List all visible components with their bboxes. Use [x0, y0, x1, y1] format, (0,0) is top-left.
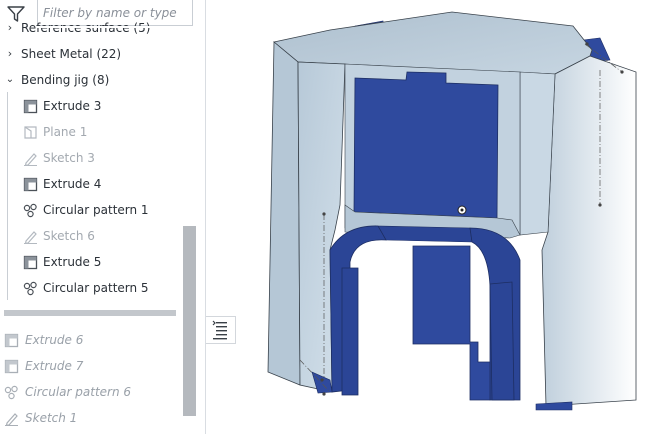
folder-label: Bending jig (8) [21, 73, 110, 87]
extrude-icon [23, 177, 38, 192]
extrude-icon [4, 359, 19, 374]
front-leg-left [341, 267, 359, 396]
feature-label: Sketch 1 [25, 411, 78, 425]
plane-icon [24, 126, 37, 139]
feature-label: Sketch 3 [43, 151, 95, 165]
sketch-icon [5, 413, 18, 426]
tree-guide-line [7, 92, 8, 300]
chevron-down-icon[interactable]: ⌄ [3, 67, 17, 93]
scrollbar[interactable] [183, 226, 196, 416]
part-model[interactable] [236, 0, 654, 434]
sketch-icon [24, 153, 37, 166]
extrude-icon [23, 255, 38, 270]
feature-label: Plane 1 [43, 125, 88, 139]
feature-label: Extrude 5 [43, 255, 102, 269]
folder-label: Reference surface (5) [21, 21, 151, 35]
right-wall [541, 55, 637, 407]
extrude-icon [4, 333, 19, 348]
feature-label: Extrude 6 [25, 333, 84, 347]
list-icon [212, 320, 227, 340]
feature-label: Circular pattern 6 [25, 385, 132, 399]
circular-pattern-icon [4, 385, 18, 400]
jaw-top [377, 225, 473, 243]
feature-label: Extrude 7 [25, 359, 84, 373]
sketch-icon [24, 231, 37, 244]
rollback-bar[interactable] [4, 310, 176, 316]
feature-label: Sketch 6 [43, 229, 95, 243]
feature-label: Circular pattern 1 [43, 203, 149, 217]
extrude-icon [23, 99, 38, 114]
left-wall-side [267, 41, 301, 386]
chevron-right-icon[interactable]: › [3, 15, 17, 41]
feature-label: Circular pattern 5 [43, 281, 149, 295]
chevron-right-icon[interactable]: › [3, 41, 17, 67]
table-of-contents-button[interactable] [206, 316, 236, 344]
feature-list-panel: › Reference surface (5) › Sheet Metal (2… [0, 0, 206, 434]
circular-pattern-icon [23, 281, 37, 296]
circular-pattern-icon [23, 203, 37, 218]
graphics-viewport[interactable] [236, 0, 654, 434]
feature-label: Extrude 4 [43, 177, 102, 191]
lower-block [412, 245, 491, 401]
feature-label: Extrude 3 [43, 99, 102, 113]
folder-label: Sheet Metal (22) [21, 47, 122, 61]
insert-plate [353, 71, 499, 219]
front-leg-right [489, 281, 515, 401]
